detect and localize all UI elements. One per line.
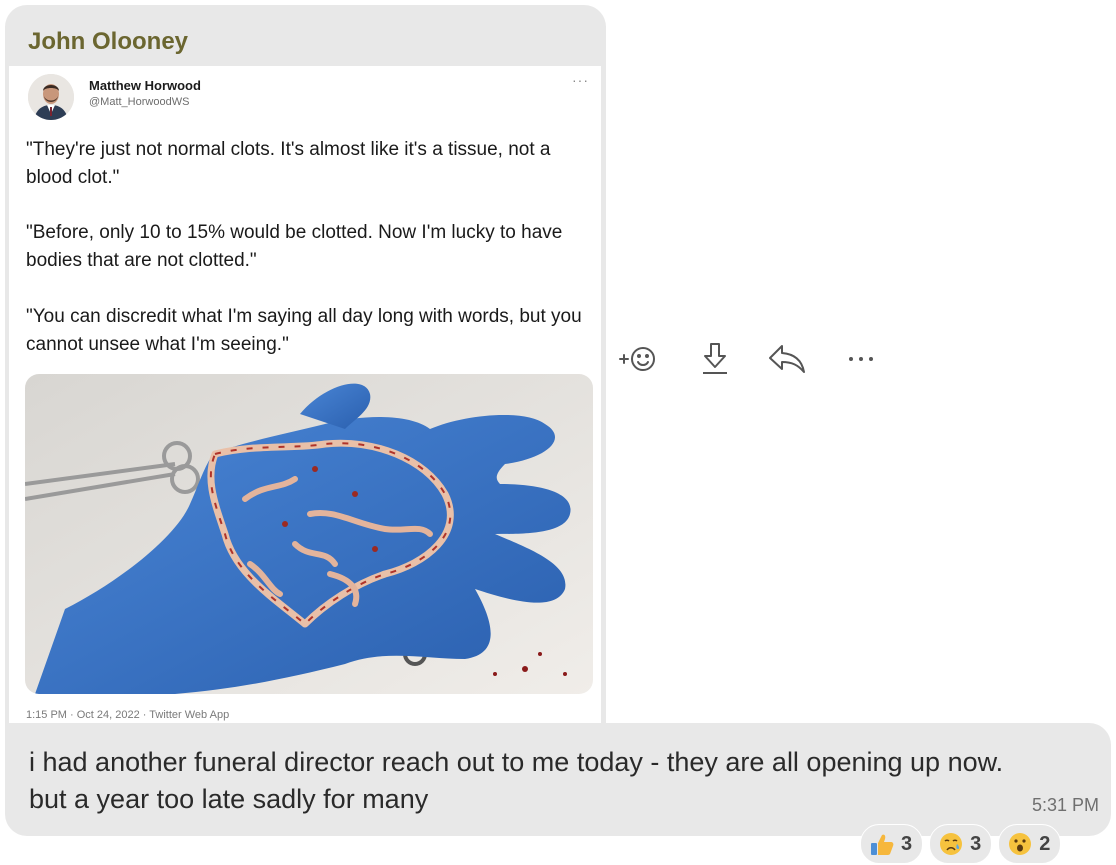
tweet-paragraph-3: "You can discredit what I'm saying all d… bbox=[26, 306, 582, 355]
tweet-paragraph-2: "Before, only 10 to 15% would be clotted… bbox=[26, 222, 563, 271]
reactions-bar: 3 3 2 bbox=[860, 824, 1062, 864]
crying-face-icon bbox=[940, 833, 963, 855]
thumbs-up-icon bbox=[871, 834, 894, 855]
author-avatar bbox=[28, 74, 74, 120]
tweet-author-handle[interactable]: @Matt_HorwoodWS bbox=[89, 96, 189, 108]
message-timestamp: 5:31 PM bbox=[1031, 795, 1099, 815]
more-icon[interactable] bbox=[838, 336, 884, 382]
surprised-face-icon bbox=[1009, 833, 1032, 855]
download-icon[interactable] bbox=[692, 336, 738, 382]
message-text: i had another funeral director reach out… bbox=[29, 747, 1004, 814]
reaction-count: 3 bbox=[901, 832, 913, 855]
add-reaction-icon[interactable] bbox=[615, 336, 661, 382]
tweet-photo[interactable] bbox=[25, 374, 593, 694]
reaction-crying-face[interactable]: 3 bbox=[929, 824, 993, 864]
tweet-timestamp: 1:15 PM · Oct 24, 2022 · Twitter Web App bbox=[26, 709, 230, 721]
tweet-author-name[interactable]: Matthew Horwood bbox=[89, 78, 201, 93]
tweet-card[interactable]: Matthew Horwood @Matt_HorwoodWS ··· "The… bbox=[9, 66, 601, 723]
sender-name[interactable]: John Olooney bbox=[28, 28, 188, 56]
reply-icon[interactable] bbox=[764, 336, 810, 382]
tweet-paragraph-1: "They're just not normal clots. It's alm… bbox=[26, 139, 551, 188]
reaction-surprised-face[interactable]: 2 bbox=[998, 824, 1062, 864]
message-bubble-bottom: i had another funeral director reach out… bbox=[5, 723, 1111, 836]
tweet-more-icon[interactable]: ··· bbox=[572, 72, 589, 88]
reaction-count: 3 bbox=[970, 832, 982, 855]
reaction-count: 2 bbox=[1039, 832, 1051, 855]
reaction-thumbs-up[interactable]: 3 bbox=[860, 824, 924, 864]
